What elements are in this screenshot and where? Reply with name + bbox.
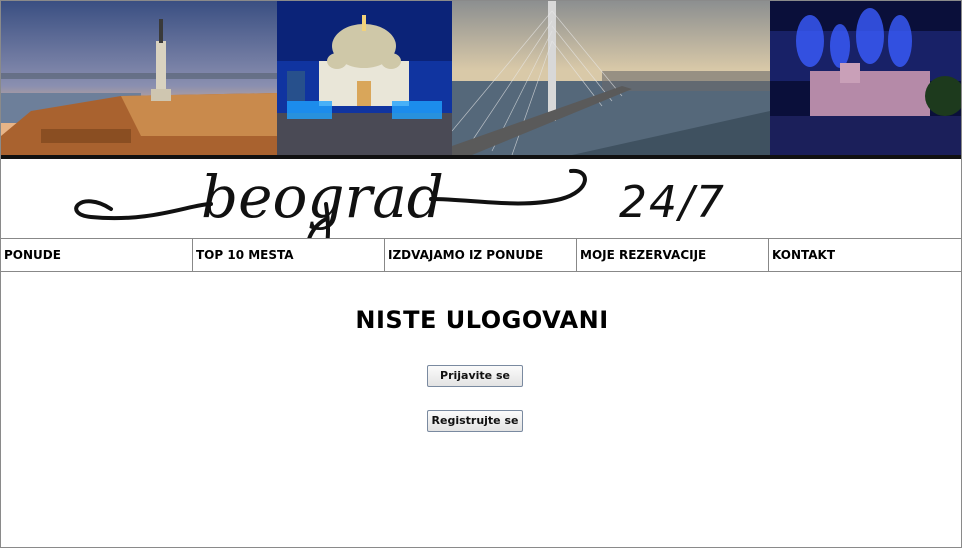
- pobednik-monument-photo: [1, 1, 277, 155]
- nav-item-kontakt[interactable]: KONTAKT: [769, 239, 961, 271]
- register-button[interactable]: Registrujte se: [427, 410, 523, 432]
- st-sava-temple-photo: [277, 1, 452, 155]
- nav-item-rezervacije[interactable]: MOJE REZERVACIJE: [577, 239, 769, 271]
- main-nav: PONUDE TOP 10 MESTA IZDVAJAMO IZ PONUDE …: [1, 238, 961, 272]
- ada-bridge-photo: [452, 1, 770, 155]
- page-title: NISTE ULOGOVANI: [355, 306, 609, 334]
- header-banner: [1, 1, 961, 155]
- nav-item-izdvajamo[interactable]: IZDVAJAMO IZ PONUDE: [385, 239, 577, 271]
- nav-item-top10[interactable]: TOP 10 MESTA: [193, 239, 385, 271]
- login-button[interactable]: Prijavite se: [427, 365, 523, 387]
- logo-script-text: beograd: [201, 163, 444, 231]
- nav-item-ponude[interactable]: PONUDE: [1, 239, 193, 271]
- logo-suffix: 24/7: [619, 177, 726, 228]
- page-frame: beograd 24/7 PONUDE TOP 10 MESTA IZDVAJA…: [0, 0, 962, 548]
- fortress-fireworks-photo: [770, 1, 961, 155]
- banner-divider: [1, 155, 961, 159]
